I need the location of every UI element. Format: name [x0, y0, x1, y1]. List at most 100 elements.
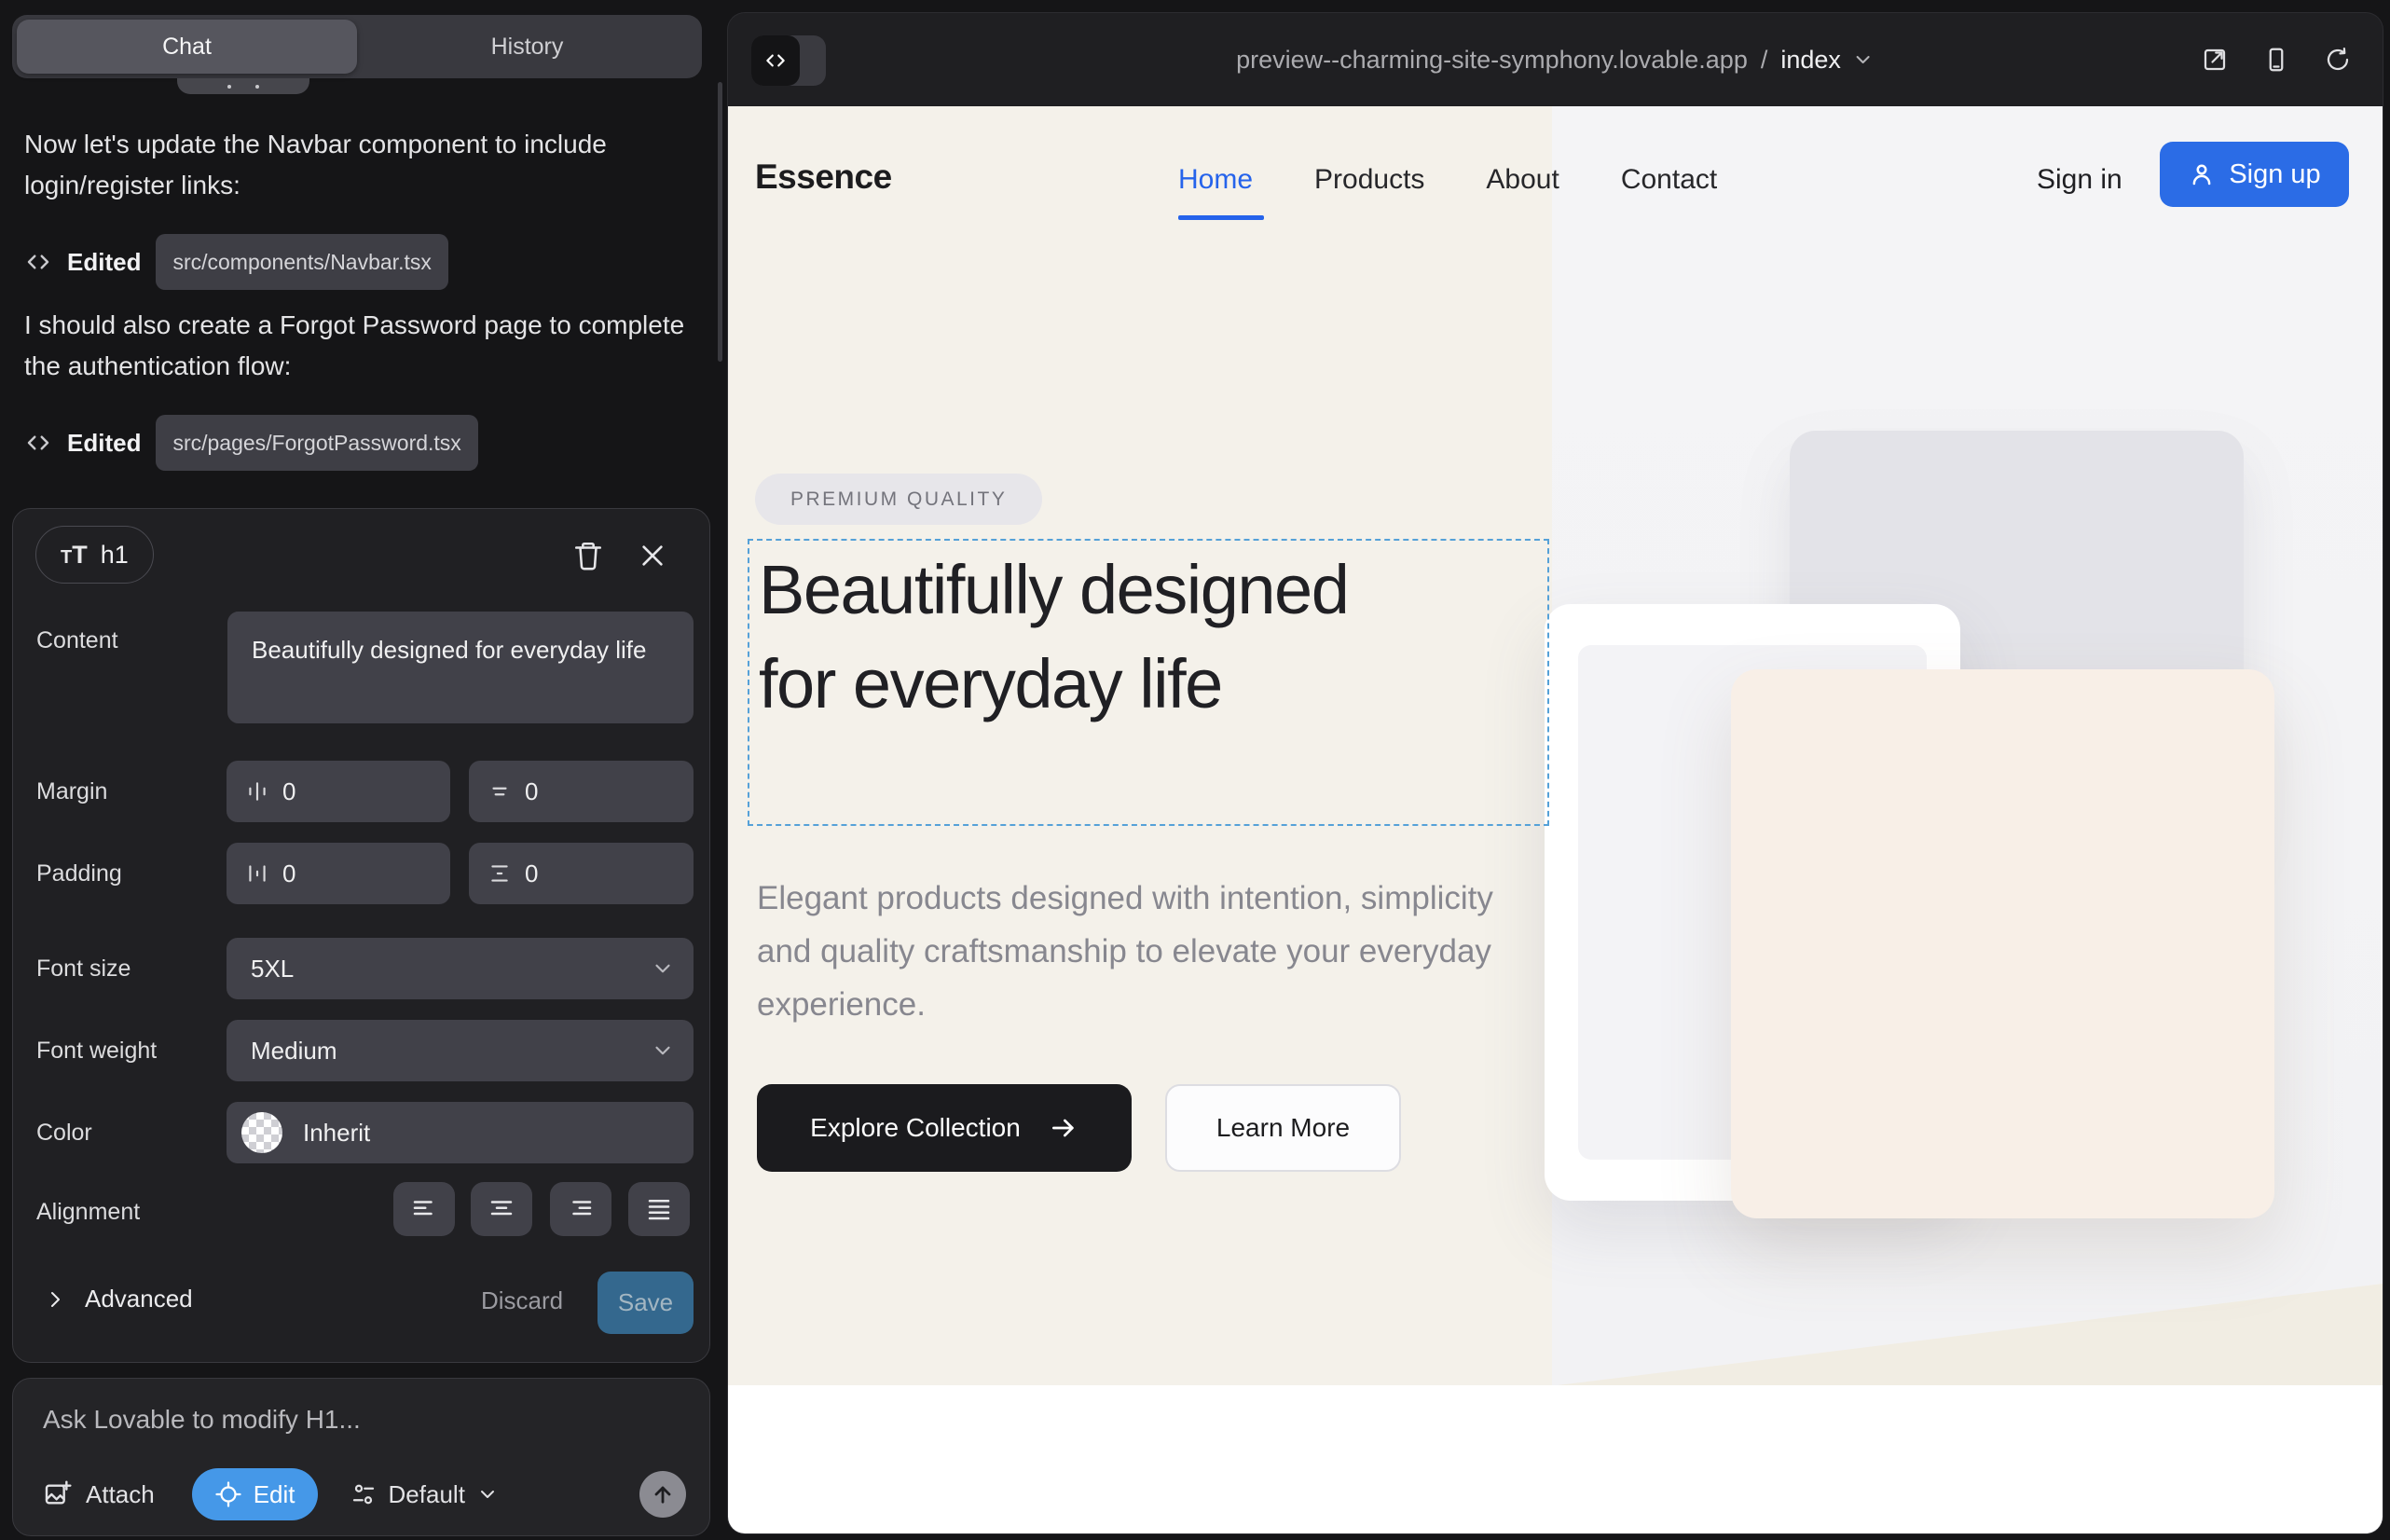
open-in-new-tab-button[interactable] [2200, 45, 2230, 75]
chat-scrollbar[interactable] [718, 82, 722, 362]
padding-vertical-icon [488, 861, 512, 886]
learn-more-label: Learn More [1216, 1113, 1350, 1143]
hero-cta-row: Explore Collection Learn More [757, 1084, 1401, 1172]
chevron-down-icon [651, 956, 675, 981]
padding-horizontal-value: 0 [282, 859, 295, 888]
margin-horizontal-input[interactable]: 0 [227, 761, 450, 822]
transparent-swatch-icon [241, 1112, 282, 1153]
advanced-label: Advanced [85, 1285, 193, 1313]
site-logo[interactable]: Essence [755, 158, 892, 197]
mobile-view-button[interactable] [2261, 45, 2291, 75]
color-label: Color [36, 1120, 92, 1147]
padding-vertical-input[interactable]: 0 [469, 843, 694, 904]
premium-quality-badge: PREMIUM QUALITY [755, 474, 1042, 525]
code-icon [763, 48, 788, 73]
preview-browser-bar: preview--charming-site-symphony.lovable.… [728, 13, 2383, 106]
url-path: index [1780, 46, 1841, 75]
code-toggle-active-segment[interactable] [751, 35, 800, 86]
site-nav: Home Products About Contact [1178, 164, 1717, 196]
chevron-down-icon [476, 1483, 499, 1506]
padding-horizontal-icon [245, 861, 269, 886]
font-weight-label: Font weight [36, 1038, 157, 1065]
attach-button[interactable]: Attach [43, 1479, 155, 1509]
explore-collection-label: Explore Collection [810, 1113, 1021, 1143]
discard-button[interactable]: Discard [481, 1286, 563, 1315]
arrow-right-icon [1049, 1113, 1078, 1143]
chat-input-toolbar: Attach Edit Default [43, 1468, 686, 1520]
code-icon [24, 429, 52, 457]
delete-element-button[interactable] [568, 535, 609, 576]
file-chip[interactable]: src/components/Navbar.tsx [156, 234, 447, 290]
url-separator: / [1761, 46, 1768, 75]
edited-file-row: Edited src/components/Navbar.tsx [24, 234, 686, 290]
url-host: preview--charming-site-symphony.lovable.… [1236, 46, 1748, 75]
nav-link-products[interactable]: Products [1314, 164, 1424, 196]
chevron-down-icon [1852, 48, 1875, 71]
align-right-icon [567, 1195, 595, 1223]
chat-prompt-input[interactable] [43, 1405, 677, 1435]
align-center-button[interactable] [471, 1182, 532, 1236]
font-size-value: 5XL [251, 955, 294, 983]
type-icon: TT [61, 541, 88, 570]
learn-more-button[interactable]: Learn More [1165, 1084, 1401, 1172]
align-right-button[interactable] [550, 1182, 611, 1236]
advanced-toggle[interactable]: Advanced [44, 1285, 193, 1313]
chevron-down-icon [651, 1038, 675, 1063]
chat-history-tabs: Chat History [12, 15, 702, 78]
nav-link-about[interactable]: About [1486, 164, 1559, 196]
image-plus-icon [43, 1479, 73, 1509]
sign-up-label: Sign up [2229, 159, 2320, 190]
chat-message-text: I should also create a Forgot Password p… [24, 305, 686, 387]
font-size-label: Font size [36, 956, 130, 983]
tab-chat[interactable]: Chat [17, 20, 357, 74]
chat-message-text: Now let's update the Navbar component to… [24, 124, 686, 206]
sign-up-button[interactable]: Sign up [2160, 142, 2349, 207]
close-icon [638, 541, 667, 571]
close-editor-button[interactable] [632, 535, 673, 576]
align-center-icon [488, 1195, 515, 1223]
editor-footer: Advanced Discard Save [13, 1272, 709, 1334]
hero-cream-card [1731, 669, 2274, 1218]
save-button[interactable]: Save [598, 1272, 694, 1334]
chevron-right-icon [44, 1288, 66, 1311]
edited-file-row: Edited src/pages/ForgotPassword.tsx [24, 415, 686, 471]
margin-vertical-input[interactable]: 0 [469, 761, 694, 822]
align-left-icon [410, 1195, 438, 1223]
mode-label: Default [389, 1480, 465, 1509]
align-left-button[interactable] [393, 1182, 455, 1236]
file-chip[interactable]: src/pages/ForgotPassword.tsx [156, 415, 477, 471]
attach-label: Attach [86, 1480, 155, 1509]
site-viewport: Essence Home Products About Contact Sign… [728, 106, 2383, 1533]
nav-link-home[interactable]: Home [1178, 164, 1253, 196]
model-mode-button[interactable]: Default [350, 1480, 499, 1509]
margin-vertical-icon [488, 779, 512, 804]
chat-message: Now let's update the Navbar component to… [24, 124, 686, 290]
content-input[interactable]: Beautifully designed for everyday life [227, 612, 694, 723]
h1-selection-outline[interactable]: Beautifully designed for everyday life [748, 539, 1549, 826]
arrow-up-icon [650, 1481, 676, 1507]
margin-horizontal-value: 0 [282, 777, 295, 806]
align-justify-button[interactable] [628, 1182, 690, 1236]
url-bar[interactable]: preview--charming-site-symphony.lovable.… [1236, 13, 1875, 106]
selected-element-badge: TT h1 [35, 526, 154, 584]
code-view-toggle[interactable] [751, 35, 826, 86]
content-label: Content [36, 627, 118, 654]
color-select[interactable]: Inherit [227, 1102, 694, 1163]
refresh-button[interactable] [2323, 45, 2353, 75]
font-size-select[interactable]: 5XL [227, 938, 694, 999]
send-button[interactable] [639, 1471, 686, 1518]
padding-vertical-value: 0 [525, 859, 538, 888]
hero-heading[interactable]: Beautifully designed for everyday life [759, 543, 1439, 731]
padding-horizontal-input[interactable]: 0 [227, 843, 450, 904]
margin-vertical-value: 0 [525, 777, 538, 806]
collapsed-message-pill[interactable] [177, 78, 309, 94]
chat-sidebar: Chat History Now let's update the Navbar… [0, 0, 727, 1540]
explore-collection-button[interactable]: Explore Collection [757, 1084, 1132, 1172]
tab-history[interactable]: History [357, 20, 697, 74]
element-tag: h1 [101, 541, 129, 570]
font-weight-select[interactable]: Medium [227, 1020, 694, 1081]
edit-mode-button[interactable]: Edit [192, 1468, 318, 1520]
sign-in-link[interactable]: Sign in [2037, 164, 2122, 196]
nav-link-contact[interactable]: Contact [1621, 164, 1717, 196]
external-link-icon [2201, 46, 2229, 74]
